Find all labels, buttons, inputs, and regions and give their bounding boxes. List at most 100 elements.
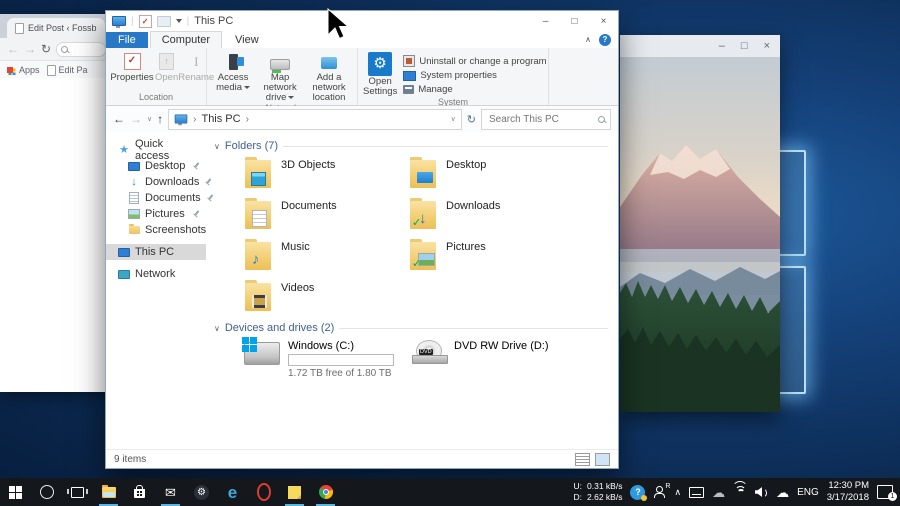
browser-address-bar[interactable] <box>56 42 106 57</box>
action-center-button[interactable]: 1 <box>877 485 893 499</box>
minimize-icon[interactable]: – <box>531 11 560 31</box>
manage-button[interactable]: Manage <box>403 84 546 95</box>
windows-flag-icon <box>242 337 249 344</box>
sidebar-item-network[interactable]: Network <box>106 266 206 282</box>
taskbar-file-explorer[interactable] <box>93 478 124 506</box>
qat-customize-icon[interactable] <box>176 19 182 23</box>
folder-content-view: ∨ Folders (7) 3D Objects Desktop <box>206 132 618 449</box>
wifi-icon[interactable] <box>733 487 747 497</box>
collapse-icon[interactable]: ∨ <box>214 142 220 151</box>
crumb-this-pc[interactable]: This PC <box>201 113 240 125</box>
sidebar-item-documents[interactable]: Documents <box>106 190 206 206</box>
add-network-location-button[interactable]: Add a network location <box>306 51 352 103</box>
access-media-button[interactable]: Access media <box>212 51 254 93</box>
minimize-ribbon-icon[interactable]: ∧ <box>585 35 591 44</box>
taskbar-edge[interactable]: e <box>217 478 248 506</box>
clock[interactable]: 12:30 PM 3/17/2018 <box>827 480 869 505</box>
browser-page-content <box>0 78 113 392</box>
hidden-icons-chevron[interactable]: ∧ <box>674 488 681 497</box>
taskbar-chrome[interactable] <box>310 478 341 506</box>
maximize-icon[interactable]: □ <box>741 40 748 52</box>
system-properties-icon <box>403 71 416 81</box>
map-drive-icon <box>270 59 290 70</box>
browser-forward-icon[interactable]: → <box>24 43 36 55</box>
open-button[interactable]: ↑ Open <box>155 51 178 83</box>
thumbnail-view-icon[interactable] <box>595 453 610 466</box>
browser-tab[interactable]: Edit Post ‹ Fossb <box>7 18 105 38</box>
tab-file[interactable]: File <box>106 32 148 48</box>
ribbon-group-network: Access media Map network drive Add a net… <box>207 48 358 105</box>
language-indicator[interactable]: ENG <box>797 487 819 498</box>
help-tray-icon[interactable]: ? <box>630 485 645 500</box>
details-view-icon[interactable] <box>575 453 590 466</box>
network-speed-indicator[interactable]: U: 0.31 kB/s D: 2.62 kB/s <box>574 481 623 503</box>
people-tray-icon[interactable]: R <box>653 486 666 498</box>
taskbar-mail[interactable]: ✉ <box>155 478 186 506</box>
sidebar-item-downloads[interactable]: ↓ Downloads <box>106 174 206 190</box>
cortana-button[interactable] <box>31 478 62 506</box>
folder-tile-music[interactable]: ♪ Music <box>244 236 409 277</box>
folder-tile-downloads[interactable]: ↓ ✓ Downloads <box>409 195 574 236</box>
back-icon[interactable]: ← <box>113 113 125 125</box>
browser-toolbar: ← → ↻ <box>0 38 113 61</box>
section-header-folders[interactable]: ∨ Folders (7) <box>214 140 608 152</box>
taskbar-gear-app[interactable]: ⚙ <box>186 478 217 506</box>
sidebar-item-screenshots[interactable]: Screenshots <box>106 222 206 238</box>
taskbar-store[interactable] <box>124 478 155 506</box>
folder-tile-videos[interactable]: Videos <box>244 277 409 318</box>
address-dropdown-icon[interactable]: ∨ <box>451 115 456 123</box>
map-network-drive-button[interactable]: Map network drive <box>256 51 304 103</box>
sidebar-item-quick-access[interactable]: ★ Quick access <box>106 142 206 158</box>
folder-tile-pictures[interactable]: ✓ Pictures <box>409 236 574 277</box>
sidebar-item-label: Documents <box>145 192 201 204</box>
qat-new-folder-icon[interactable] <box>157 16 171 27</box>
qat-properties-icon[interactable]: ✓ <box>139 15 152 28</box>
sidebar-item-this-pc[interactable]: This PC <box>106 244 206 260</box>
recent-locations-icon[interactable]: ∨ <box>147 115 152 123</box>
hard-drive-icon <box>244 342 280 365</box>
breadcrumb[interactable]: › This PC › ∨ <box>168 109 462 130</box>
bookmark-apps[interactable]: Apps <box>7 65 40 75</box>
cloud-app-icon[interactable]: ☁ <box>776 486 789 499</box>
browser-window: Edit Post ‹ Fossb ← → ↻ Apps Edit Pa <box>0 14 113 392</box>
drive-tile-windows-c[interactable]: Windows (C:) 1.72 TB free of 1.80 TB <box>244 336 412 379</box>
taskbar-sticky-notes[interactable] <box>279 478 310 506</box>
folder-tile-documents[interactable]: Documents <box>244 195 409 236</box>
close-icon[interactable]: × <box>764 40 770 52</box>
sidebar-item-pictures[interactable]: Pictures <box>106 206 206 222</box>
page-icon <box>15 23 24 34</box>
this-pc-icon <box>175 115 188 124</box>
search-input[interactable] <box>487 113 595 126</box>
open-settings-button[interactable]: ⚙ Open Settings <box>363 51 397 97</box>
help-icon[interactable]: ? <box>599 34 611 46</box>
minimize-icon[interactable]: – <box>719 40 725 52</box>
gear-app-icon: ⚙ <box>194 485 209 500</box>
section-header-devices[interactable]: ∨ Devices and drives (2) <box>214 322 608 334</box>
system-properties-button[interactable]: System properties <box>403 70 546 81</box>
volume-icon[interactable] <box>755 487 768 497</box>
touch-keyboard-icon[interactable] <box>689 487 704 498</box>
properties-button[interactable]: ✓ Properties <box>111 51 153 83</box>
tab-view[interactable]: View <box>224 32 270 48</box>
onedrive-icon[interactable]: ☁ <box>712 486 725 499</box>
uninstall-program-button[interactable]: Uninstall or change a program <box>403 55 546 67</box>
search-box[interactable] <box>481 109 611 130</box>
collapse-icon[interactable]: ∨ <box>214 324 220 333</box>
folder-tile-desktop[interactable]: Desktop <box>409 154 574 195</box>
up-icon[interactable]: ↑ <box>157 113 163 125</box>
bookmark-edit-post[interactable]: Edit Pa <box>47 65 88 76</box>
maximize-icon[interactable]: □ <box>560 11 589 31</box>
drive-tile-dvd-d[interactable]: DVD DVD RW Drive (D:) <box>412 336 580 379</box>
close-icon[interactable]: × <box>589 11 618 31</box>
taskbar-opera[interactable] <box>248 478 279 506</box>
tab-computer[interactable]: Computer <box>150 31 222 48</box>
forward-icon[interactable]: → <box>130 113 142 125</box>
folder-tile-3d-objects[interactable]: 3D Objects <box>244 154 409 195</box>
refresh-icon[interactable]: ↻ <box>467 113 476 126</box>
browser-refresh-icon[interactable]: ↻ <box>41 43 51 55</box>
folder-icon <box>244 156 272 188</box>
start-button[interactable] <box>0 478 31 506</box>
task-view-button[interactable] <box>62 478 93 506</box>
browser-back-icon[interactable]: ← <box>7 43 19 55</box>
sidebar-item-label: Quick access <box>135 138 200 162</box>
